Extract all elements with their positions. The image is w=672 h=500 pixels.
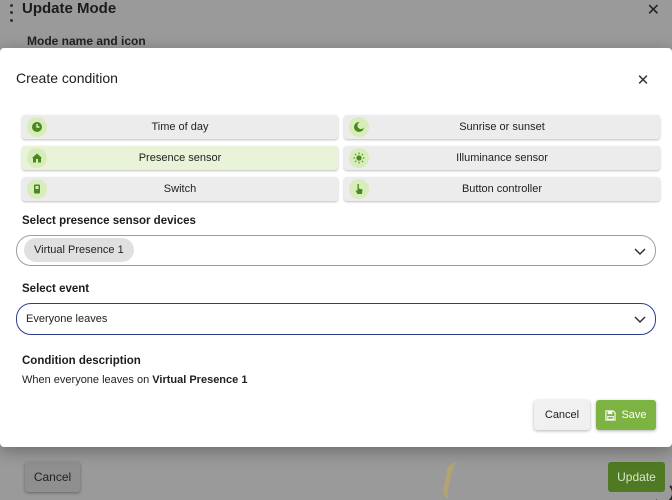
chevron-down-icon [634,247,646,255]
chevron-down-icon [634,316,646,324]
background-decoration [441,460,467,500]
description-prefix: When everyone leaves on [22,374,153,386]
event-select-value: Everyone leaves [26,313,108,325]
save-icon [605,409,617,421]
condition-type-label: Time of day [151,121,209,133]
background-corner-decoration [652,482,672,500]
condition-type-presence-sensor[interactable]: Presence sensor [22,146,338,170]
condition-type-label: Illuminance sensor [456,152,548,164]
condition-description: When everyone leaves on Virtual Presence… [22,374,247,386]
condition-type-switch[interactable]: Switch [22,177,338,201]
condition-type-time-of-day[interactable]: Time of day [22,115,338,139]
background-section-label: Mode name and icon [27,34,146,48]
description-device: Virtual Presence 1 [152,374,248,386]
condition-type-label: Switch [163,183,197,195]
condition-type-label: Sunrise or sunset [459,121,545,133]
save-button-label: Save [621,409,647,421]
condition-type-label: Presence sensor [138,152,222,164]
condition-type-label: Button controller [461,183,543,195]
condition-type-button-controller[interactable]: Button controller [344,177,660,201]
save-button[interactable]: Save [596,400,656,430]
sun-icon [349,148,369,168]
condition-type-sunrise-sunset[interactable]: Sunrise or sunset [344,115,660,139]
switch-icon [27,179,47,199]
background-cancel-button[interactable]: Cancel [25,462,80,492]
dialog-title: Create condition [16,70,118,86]
kebab-menu-icon[interactable] [8,2,14,24]
background-close-icon[interactable]: ✕ [647,0,660,20]
background-dialog-title: Update Mode [22,0,117,17]
moon-icon [349,117,369,137]
devices-label: Select presence sensor devices [22,215,196,227]
home-icon [27,148,47,168]
close-icon[interactable]: ✕ [633,70,653,90]
event-label: Select event [22,283,90,295]
selected-device-chip[interactable]: Virtual Presence 1 [24,238,134,262]
hand-pointer-icon [349,179,369,199]
description-label: Condition description [22,355,141,367]
condition-type-illuminance-sensor[interactable]: Illuminance sensor [344,146,660,170]
event-select[interactable]: Everyone leaves [16,303,656,335]
presence-device-select[interactable]: Virtual Presence 1 [16,235,656,266]
clock-icon [27,117,47,137]
cancel-button[interactable]: Cancel [534,400,590,430]
create-condition-dialog: Create condition ✕ Time of day Sunrise o… [0,48,672,447]
